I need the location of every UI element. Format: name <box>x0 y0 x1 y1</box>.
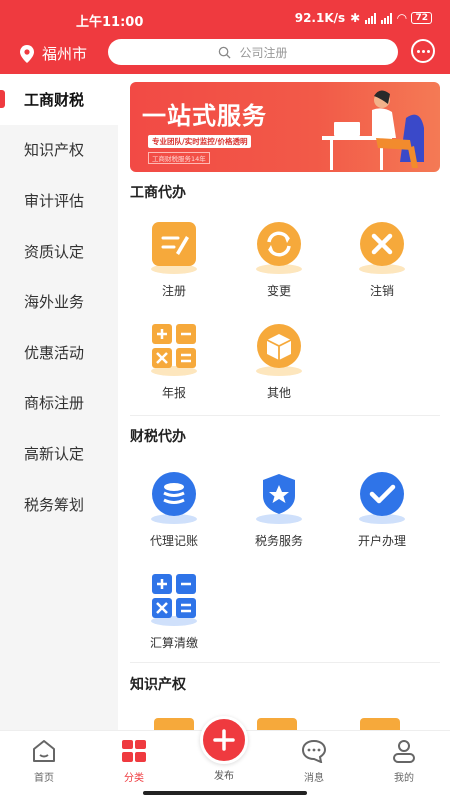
city-label: 福州市 <box>42 45 88 63</box>
service-bookkeeping[interactable]: 代理记账 <box>124 464 224 554</box>
home-indicator <box>143 791 307 795</box>
calculator-icon <box>152 324 196 368</box>
refresh-icon <box>257 222 301 266</box>
calculator-icon <box>152 574 196 618</box>
service-label: 变更 <box>266 284 291 298</box>
service-cancel[interactable]: 注销 <box>332 214 432 304</box>
signal-icon <box>365 12 377 24</box>
ip-icon-partial <box>360 718 400 730</box>
service-account-opening[interactable]: 开户办理 <box>332 464 432 554</box>
search-icon <box>219 46 232 59</box>
status-bar: 上午11:00 92.1K/s ✱ ◠ 72 <box>0 0 450 38</box>
promo-banner[interactable]: 一站式服务 专业团队/实时监控/价格透明 工商财税服务14年 <box>130 82 440 172</box>
nav-category[interactable]: 分类 <box>94 739 174 784</box>
category-icon <box>122 740 146 762</box>
service-tax[interactable]: 税务服务 <box>229 464 329 554</box>
sidebar-item-hightech[interactable]: 高新认定 <box>0 428 118 479</box>
section-divider <box>130 662 440 663</box>
service-label: 税务服务 <box>254 534 303 548</box>
top-header: 福州市 公司注册 <box>0 38 450 74</box>
nav-home[interactable]: 首页 <box>4 739 84 784</box>
sidebar-item-ip[interactable]: 知识产权 <box>0 125 118 176</box>
sidebar-item-promotions[interactable]: 优惠活动 <box>0 327 118 378</box>
search-input[interactable]: 公司注册 <box>108 39 398 65</box>
section-title-finance-tax: 财税代办 <box>130 429 186 445</box>
home-icon <box>33 740 55 762</box>
wifi-icon: ◠ <box>397 11 407 25</box>
ip-icon-partial <box>257 718 297 730</box>
service-other[interactable]: 其他 <box>229 316 329 406</box>
sidebar-item-label: 知识产权 <box>24 141 85 160</box>
banner-subtitle: 专业团队/实时监控/价格透明 <box>148 135 252 148</box>
sidebar-item-label: 优惠活动 <box>24 343 85 362</box>
sidebar-item-label: 工商财税 <box>24 90 85 109</box>
category-content: 一站式服务 专业团队/实时监控/价格透明 工商财税服务14年 工商代办 注册 变… <box>118 74 450 730</box>
nav-profile[interactable]: 我的 <box>364 739 444 784</box>
battery-icon: 72 <box>411 12 432 24</box>
sidebar-item-label: 资质认定 <box>24 242 85 261</box>
network-speed: 92.1K/s <box>294 11 346 25</box>
signal-icon-2 <box>381 12 393 24</box>
sidebar-item-overseas[interactable]: 海外业务 <box>0 276 118 327</box>
close-icon <box>360 222 404 266</box>
service-label: 代理记账 <box>149 534 198 548</box>
nav-label: 首页 <box>34 773 54 784</box>
sidebar-item-trademark[interactable]: 商标注册 <box>0 378 118 429</box>
service-label: 注销 <box>369 284 394 298</box>
sidebar-item-label: 海外业务 <box>24 293 85 312</box>
banner-note: 工商财税服务14年 <box>148 152 210 164</box>
nav-label: 消息 <box>304 773 324 784</box>
sidebar-item-label: 审计评估 <box>24 191 85 210</box>
service-label: 汇算清缴 <box>149 636 198 650</box>
section-title-ip: 知识产权 <box>130 677 186 693</box>
section-divider <box>130 415 440 416</box>
section-title-business: 工商代办 <box>130 185 186 201</box>
nav-label: 我的 <box>394 773 414 784</box>
service-label: 开户办理 <box>357 534 406 548</box>
sidebar-item-tax-planning[interactable]: 税务筹划 <box>0 479 118 530</box>
publish-label: 发布 <box>214 771 234 782</box>
search-placeholder: 公司注册 <box>239 45 288 60</box>
sidebar-item-label: 商标注册 <box>24 394 85 413</box>
banner-title: 一站式服务 <box>142 102 267 130</box>
service-register[interactable]: 注册 <box>124 214 224 304</box>
message-icon <box>301 739 327 764</box>
service-tax-settlement[interactable]: 汇算清缴 <box>124 566 224 656</box>
nav-label: 分类 <box>124 773 144 784</box>
service-label: 年报 <box>161 386 186 400</box>
plus-icon <box>213 729 235 751</box>
person-at-desk-illustration <box>322 90 424 170</box>
sidebar-item-business-tax[interactable]: 工商财税 <box>0 74 118 125</box>
location-selector[interactable]: 福州市 <box>20 43 87 64</box>
edit-icon <box>152 222 196 266</box>
service-label: 注册 <box>161 284 186 298</box>
nav-messages[interactable]: 消息 <box>274 739 354 784</box>
box-icon <box>257 324 301 368</box>
service-label: 其他 <box>266 386 291 400</box>
chat-button[interactable] <box>411 39 435 63</box>
status-time: 上午11:00 <box>76 15 144 30</box>
sidebar-item-label: 高新认定 <box>24 444 85 463</box>
service-annual-report[interactable]: 年报 <box>124 316 224 406</box>
sidebar-item-qualification[interactable]: 资质认定 <box>0 226 118 277</box>
category-sidebar: 工商财税 知识产权 审计评估 资质认定 海外业务 优惠活动 商标注册 高新认定 … <box>0 74 118 730</box>
publish-button[interactable] <box>200 716 248 764</box>
coins-icon <box>152 472 196 516</box>
sidebar-item-label: 税务筹划 <box>24 495 85 514</box>
check-icon <box>360 472 404 516</box>
location-pin-icon <box>20 44 34 63</box>
user-icon <box>393 740 415 763</box>
police-badge-icon <box>263 474 295 514</box>
bluetooth-icon: ✱ <box>350 11 361 25</box>
service-change[interactable]: 变更 <box>229 214 329 304</box>
sidebar-item-audit[interactable]: 审计评估 <box>0 175 118 226</box>
ip-icon-partial <box>154 718 194 730</box>
status-indicators: 92.1K/s ✱ ◠ 72 <box>295 11 432 25</box>
